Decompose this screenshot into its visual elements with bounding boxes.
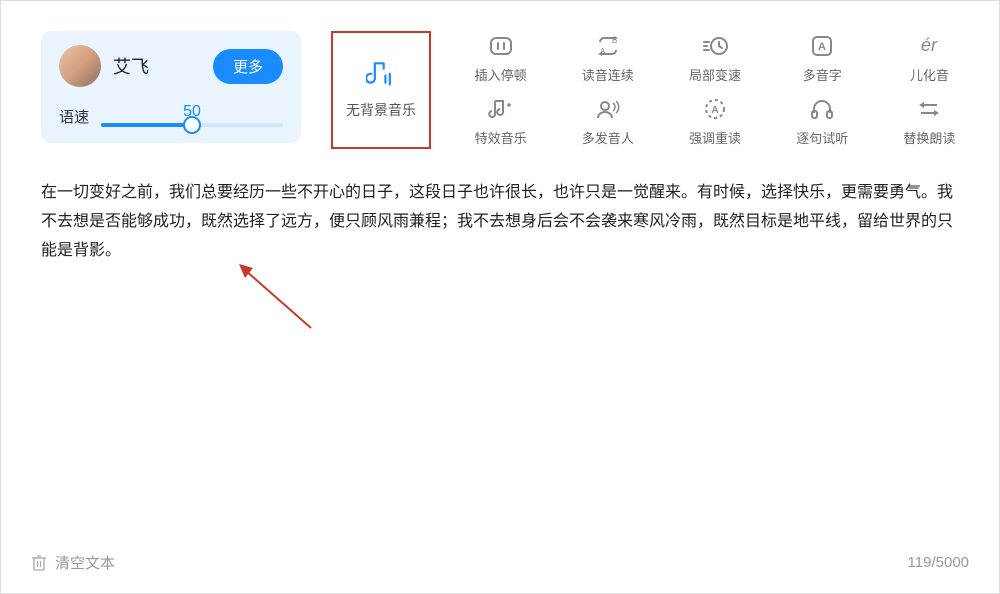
more-button[interactable]: 更多 [213, 49, 283, 84]
music-effect-icon [486, 96, 516, 122]
tool-label: 强调重读 [689, 128, 741, 147]
tool-continuous-read[interactable]: AB 读音连续 [568, 31, 647, 86]
avatar[interactable] [59, 45, 101, 87]
headphones-icon [807, 96, 837, 122]
tool-label: 儿化音 [910, 65, 949, 84]
emphasis-icon: A [700, 96, 730, 122]
tool-emphasis[interactable]: A 强调重读 [675, 94, 754, 149]
clear-text-label: 清空文本 [55, 552, 115, 573]
tool-label: 局部变速 [689, 65, 741, 84]
footer: 清空文本 119/5000 [31, 552, 969, 573]
tool-label: 多音字 [803, 65, 842, 84]
link-ab-icon: AB [593, 33, 623, 59]
clock-speed-icon [700, 33, 730, 59]
speed-slider-wrap: 50 [101, 105, 283, 127]
tool-effect-music[interactable]: 特效音乐 [461, 94, 540, 149]
text-content[interactable]: 在一切变好之前，我们总要经历一些不开心的日子，这段日子也许很长，也许只是一觉醒来… [1, 169, 999, 285]
bgm-label: 无背景音乐 [346, 100, 416, 120]
speed-label: 语速 [59, 106, 89, 127]
a-box-icon: A [807, 33, 837, 59]
person-voice-icon [593, 96, 623, 122]
speed-slider[interactable] [101, 123, 283, 127]
voice-panel: 艾飞 更多 语速 50 [41, 31, 301, 143]
toolbar: 艾飞 更多 语速 50 无背景音乐 [1, 1, 999, 169]
er-icon: ér [914, 33, 944, 59]
tool-label: 插入停顿 [475, 65, 527, 84]
char-counter: 119/5000 [908, 554, 969, 571]
voice-row: 艾飞 更多 [59, 45, 283, 87]
svg-text:A: A [711, 105, 718, 116]
pause-icon [486, 33, 516, 59]
tools-grid: 插入停顿 AB 读音连续 局部变速 A 多音字 ér 儿化音 [461, 31, 969, 149]
tool-label: 特效音乐 [475, 128, 527, 147]
replace-arrows-icon [914, 96, 944, 122]
tool-label: 逐句试听 [796, 128, 848, 147]
trash-icon [31, 554, 47, 571]
music-note-icon [366, 60, 396, 86]
tool-polyphone[interactable]: A 多音字 [783, 31, 862, 86]
speed-row: 语速 50 [59, 105, 283, 127]
clear-text-button[interactable]: 清空文本 [31, 552, 115, 573]
tool-local-speed[interactable]: 局部变速 [675, 31, 754, 86]
tool-multi-speaker[interactable]: 多发音人 [568, 94, 647, 149]
slider-thumb[interactable] [183, 116, 201, 134]
svg-text:ér: ér [921, 35, 938, 55]
tool-label: 替换朗读 [903, 128, 955, 147]
svg-text:A: A [818, 41, 826, 53]
voice-name: 艾飞 [113, 53, 201, 79]
tool-sentence-preview[interactable]: 逐句试听 [783, 94, 862, 149]
tool-label: 多发音人 [582, 128, 634, 147]
tool-replace-read[interactable]: 替换朗读 [890, 94, 969, 149]
bgm-panel[interactable]: 无背景音乐 [331, 31, 431, 149]
tool-erhua[interactable]: ér 儿化音 [890, 31, 969, 86]
tool-label: 读音连续 [582, 65, 634, 84]
tool-insert-pause[interactable]: 插入停顿 [461, 31, 540, 86]
